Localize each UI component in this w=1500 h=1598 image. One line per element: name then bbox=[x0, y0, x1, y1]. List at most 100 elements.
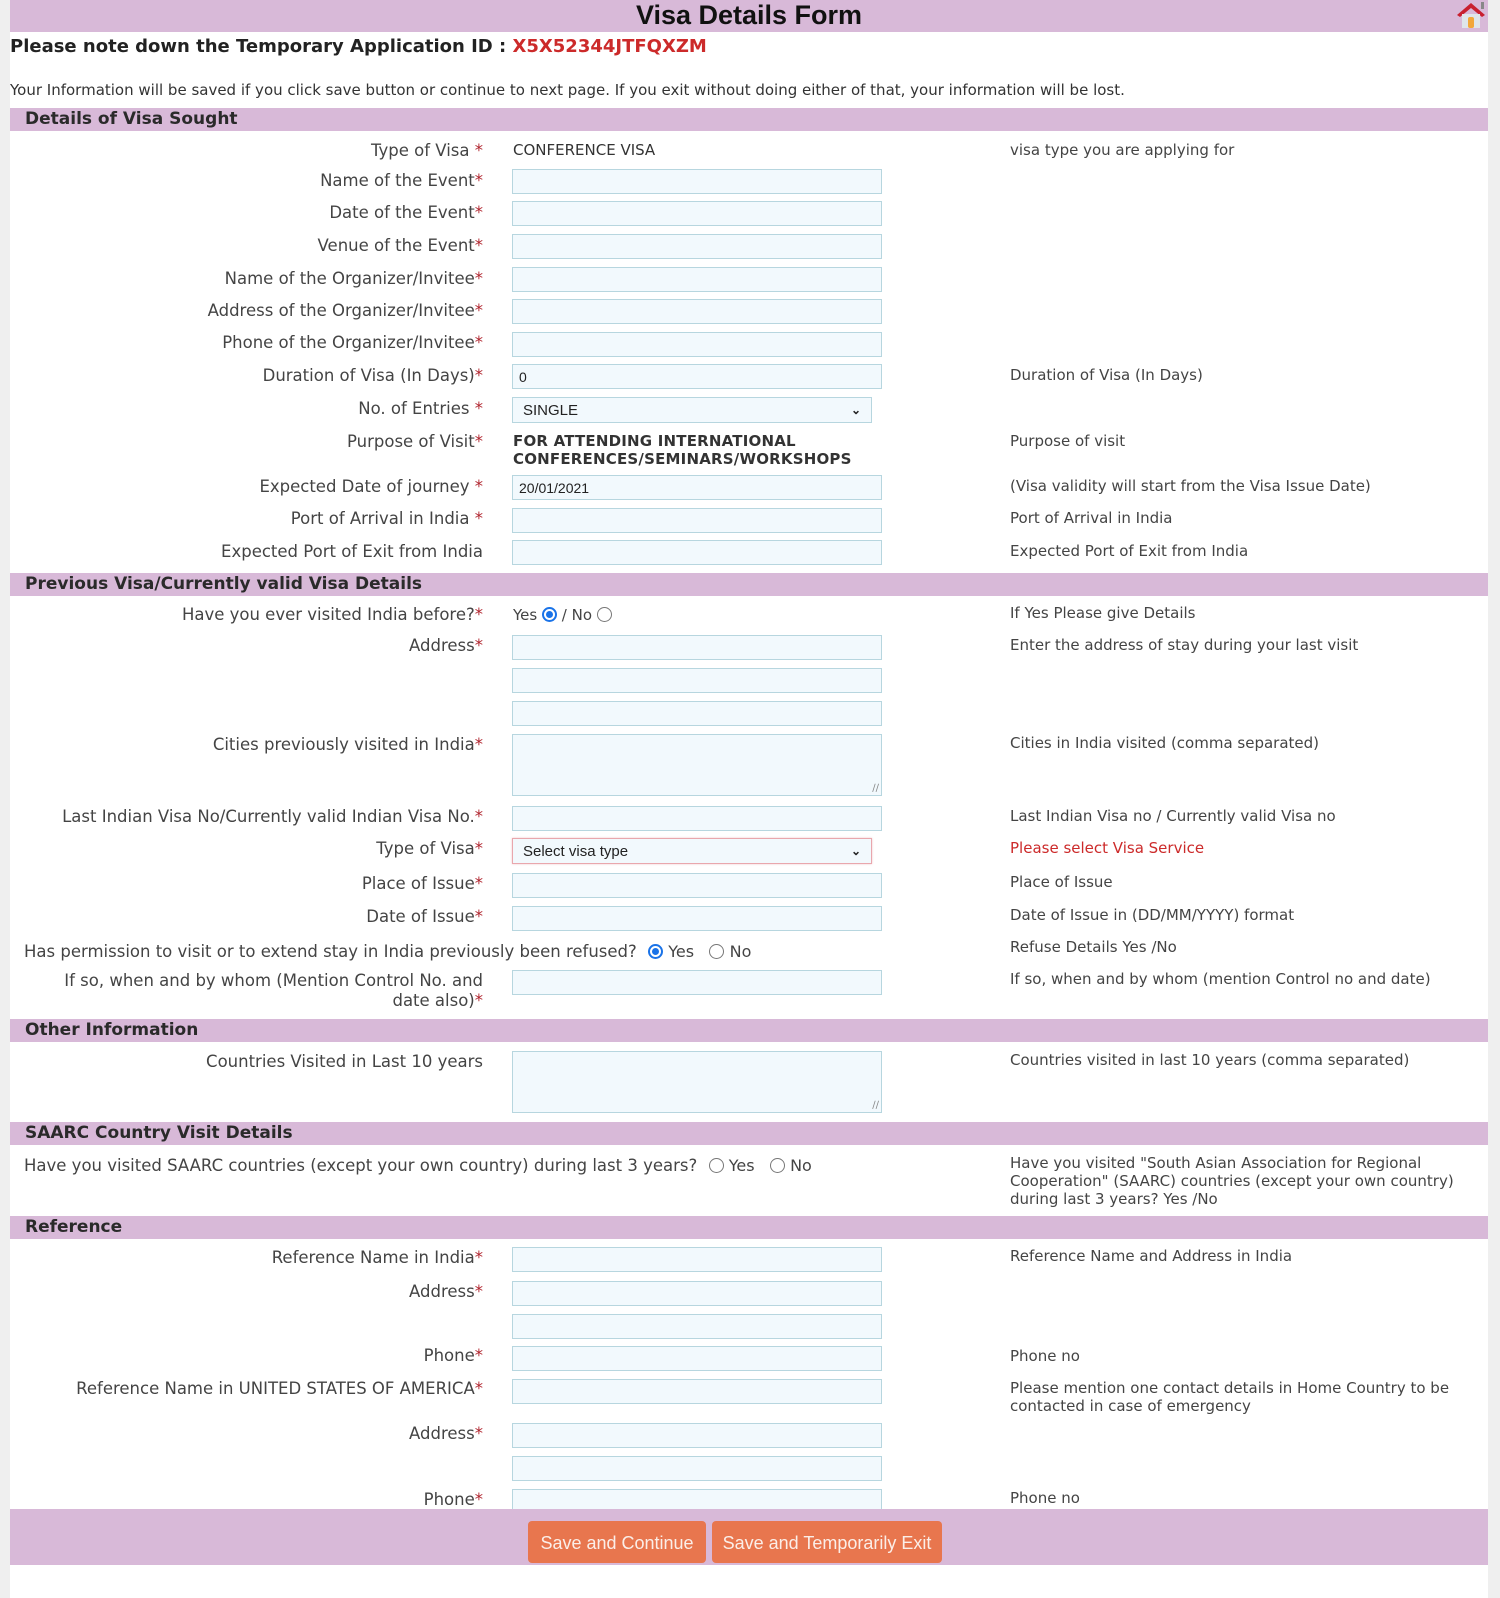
ref-india-address-line2-input[interactable] bbox=[512, 1314, 882, 1339]
ref-home-address-line1-input[interactable] bbox=[512, 1423, 882, 1448]
purpose-value: FOR ATTENDING INTERNATIONAL CONFERENCES/… bbox=[513, 432, 852, 468]
button-bar: Save and Continue Save and Temporarily E… bbox=[10, 1509, 1488, 1565]
refused-yes-radio[interactable] bbox=[648, 944, 664, 959]
prev-address-hint: Enter the address of stay during your la… bbox=[1010, 636, 1359, 654]
saarc-body: Have you visited SAARC countries (except… bbox=[10, 1145, 1488, 1216]
port-arrival-label: Port of Arrival in India * bbox=[290, 509, 483, 528]
refused-details-input[interactable] bbox=[512, 970, 882, 995]
resize-grip-icon[interactable]: ∕∕ bbox=[872, 1100, 879, 1111]
refused-hint: Refuse Details Yes /No bbox=[1010, 938, 1177, 956]
save-exit-button[interactable]: Save and Temporarily Exit bbox=[712, 1521, 942, 1563]
prev-visa-type-select[interactable]: Select visa type ⌄ bbox=[512, 838, 872, 864]
ref-india-address-line1-input[interactable] bbox=[512, 1281, 882, 1306]
visa-details-page: Visa Details Form Please note down the T… bbox=[10, 0, 1488, 1598]
saarc-yes-label: Yes bbox=[728, 1156, 755, 1175]
ref-home-name-label: Reference Name in UNITED STATES OF AMERI… bbox=[76, 1379, 483, 1398]
entries-select[interactable]: SINGLE ⌄ bbox=[512, 397, 872, 423]
port-arrival-input[interactable] bbox=[512, 508, 882, 533]
last-visa-no-label: Last Indian Visa No/Currently valid Indi… bbox=[62, 807, 483, 826]
countries-textarea[interactable]: ∕∕ bbox=[512, 1051, 882, 1113]
event-date-label: Date of the Event* bbox=[329, 203, 483, 222]
refused-no-label: No bbox=[729, 942, 752, 961]
ref-home-name-hint: Please mention one contact details in Ho… bbox=[1010, 1379, 1450, 1415]
visited-yes-radio[interactable] bbox=[542, 607, 557, 622]
journey-date-input[interactable] bbox=[512, 475, 882, 500]
duration-input[interactable] bbox=[512, 364, 882, 389]
organizer-name-input[interactable] bbox=[512, 267, 882, 292]
entries-selected-value: SINGLE bbox=[523, 401, 579, 419]
type-of-visa-value: CONFERENCE VISA bbox=[513, 141, 656, 159]
purpose-hint: Purpose of visit bbox=[1010, 432, 1126, 450]
journey-date-hint: (Visa validity will start from the Visa … bbox=[1010, 477, 1371, 495]
ref-home-name-input[interactable] bbox=[512, 1379, 882, 1404]
resize-grip-icon[interactable]: ∕∕ bbox=[872, 783, 879, 794]
prev-address-label: Address* bbox=[409, 636, 483, 655]
section-other-info: Other Information bbox=[10, 1019, 1488, 1042]
section-saarc: SAARC Country Visit Details bbox=[10, 1122, 1488, 1145]
saarc-label: Have you visited SAARC countries (except… bbox=[24, 1156, 698, 1175]
ref-india-name-label: Reference Name in India* bbox=[271, 1248, 483, 1267]
prev-visa-type-selected-value: Select visa type bbox=[523, 842, 629, 860]
ref-india-address-label: Address* bbox=[409, 1282, 483, 1301]
organizer-name-label: Name of the Organizer/Invitee* bbox=[224, 269, 483, 288]
visited-before-hint: If Yes Please give Details bbox=[1010, 604, 1196, 622]
saarc-question: Have you visited SAARC countries (except… bbox=[24, 1156, 812, 1175]
prev-address-line3-input[interactable] bbox=[512, 701, 882, 726]
section-previous-visa: Previous Visa/Currently valid Visa Detai… bbox=[10, 573, 1488, 596]
port-arrival-hint: Port of Arrival in India bbox=[1010, 509, 1173, 527]
cities-textarea[interactable]: ∕∕ bbox=[512, 734, 882, 796]
visited-no-radio[interactable] bbox=[596, 607, 612, 622]
event-date-input[interactable] bbox=[512, 201, 882, 226]
prev-address-line2-input[interactable] bbox=[512, 668, 882, 693]
date-issue-label: Date of Issue* bbox=[366, 907, 483, 926]
other-info-body: Countries Visited in Last 10 years ∕∕ Co… bbox=[10, 1042, 1488, 1122]
section-visa-sought: Details of Visa Sought bbox=[10, 108, 1488, 131]
visited-before-radio-group: Yes / No bbox=[513, 606, 612, 624]
port-exit-label: Expected Port of Exit from India bbox=[221, 542, 483, 561]
countries-hint: Countries visited in last 10 years (comm… bbox=[1010, 1051, 1410, 1069]
place-issue-hint: Place of Issue bbox=[1010, 873, 1113, 891]
duration-label: Duration of Visa (In Days)* bbox=[262, 366, 483, 385]
duration-hint: Duration of Visa (In Days) bbox=[1010, 366, 1203, 384]
refused-details-hint: If so, when and by whom (mention Control… bbox=[1010, 970, 1431, 988]
place-issue-input[interactable] bbox=[512, 873, 882, 898]
date-issue-hint: Date of Issue in (DD/MM/YYYY) format bbox=[1010, 906, 1295, 924]
type-of-visa-hint: visa type you are applying for bbox=[1010, 141, 1235, 159]
organizer-phone-label: Phone of the Organizer/Invitee* bbox=[222, 333, 483, 352]
date-issue-input[interactable] bbox=[512, 906, 882, 931]
place-issue-label: Place of Issue* bbox=[361, 874, 483, 893]
refused-label: Has permission to visit or to extend sta… bbox=[24, 942, 637, 961]
refused-no-radio[interactable] bbox=[709, 944, 725, 959]
organizer-phone-input[interactable] bbox=[512, 332, 882, 357]
ref-india-name-hint: Reference Name and Address in India bbox=[1010, 1247, 1293, 1265]
type-of-visa-label: Type of Visa * bbox=[370, 141, 483, 160]
saarc-yes-radio[interactable] bbox=[708, 1158, 724, 1173]
previous-visa-body: Have you ever visited India before?* Yes… bbox=[10, 596, 1488, 1019]
organizer-address-input[interactable] bbox=[512, 299, 882, 324]
saarc-no-radio[interactable] bbox=[769, 1158, 785, 1173]
home-icon[interactable] bbox=[1454, 0, 1488, 30]
prev-address-line1-input[interactable] bbox=[512, 635, 882, 660]
organizer-address-label: Address of the Organizer/Invitee* bbox=[207, 301, 483, 320]
purpose-label: Purpose of Visit* bbox=[346, 432, 483, 451]
event-venue-input[interactable] bbox=[512, 234, 882, 259]
ref-india-name-input[interactable] bbox=[512, 1247, 882, 1272]
ref-home-address-line2-input[interactable] bbox=[512, 1456, 882, 1481]
save-continue-button[interactable]: Save and Continue bbox=[528, 1521, 706, 1563]
ref-home-address-label: Address* bbox=[409, 1424, 483, 1443]
application-id-line: Please note down the Temporary Applicati… bbox=[10, 32, 1488, 64]
last-visa-no-input[interactable] bbox=[512, 806, 882, 831]
refused-details-label: If so, when and by whom (Mention Control… bbox=[64, 971, 483, 1010]
visited-yes-label: Yes bbox=[513, 606, 538, 624]
visa-sought-body: Type of Visa * CONFERENCE VISA visa type… bbox=[10, 131, 1488, 573]
event-venue-label: Venue of the Event* bbox=[317, 236, 483, 255]
visited-before-label: Have you ever visited India before?* bbox=[181, 605, 483, 624]
saarc-hint: Have you visited "South Asian Associatio… bbox=[1010, 1154, 1454, 1208]
ref-home-phone-hint: Phone no bbox=[1010, 1489, 1080, 1507]
event-name-input[interactable] bbox=[512, 169, 882, 194]
ref-india-phone-input[interactable] bbox=[512, 1346, 882, 1371]
port-exit-input[interactable] bbox=[512, 540, 882, 565]
chevron-down-icon: ⌄ bbox=[850, 403, 861, 417]
application-id: X5X52344JTFQXZM bbox=[512, 36, 707, 57]
save-info-text: Your Information will be saved if you cl… bbox=[10, 81, 1125, 99]
